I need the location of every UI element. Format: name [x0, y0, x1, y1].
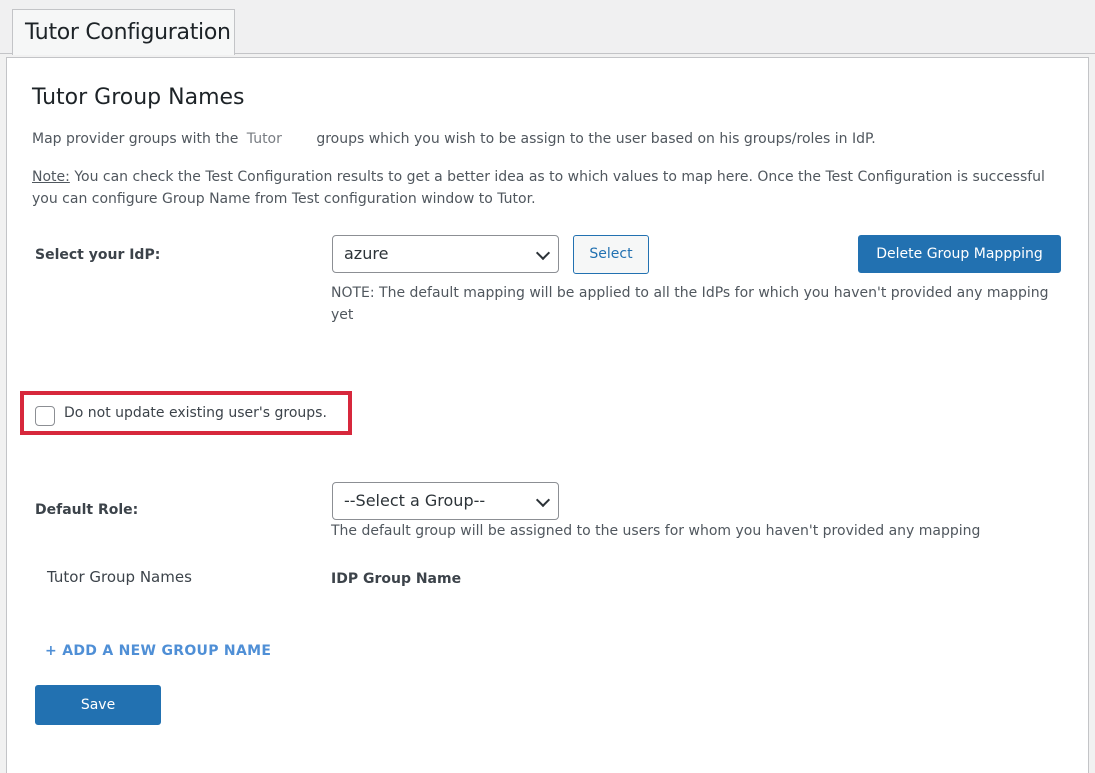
- default-role-label: Default Role:: [35, 502, 139, 518]
- do-not-update-checkbox[interactable]: [35, 406, 55, 426]
- note-body: You can check the Test Configuration res…: [32, 169, 1045, 207]
- add-new-group-name-link[interactable]: + ADD A NEW GROUP NAME: [45, 643, 271, 659]
- idp-label: Select your IdP:: [35, 247, 161, 263]
- main-panel: Tutor Group Names Map provider groups wi…: [6, 57, 1089, 773]
- chevron-down-icon: [535, 492, 551, 508]
- page-title: Tutor Group Names: [32, 85, 245, 110]
- select-idp-button[interactable]: Select: [573, 235, 649, 274]
- idp-mapping-note: NOTE: The default mapping will be applie…: [331, 285, 1049, 323]
- idp-select-value: azure: [344, 244, 389, 263]
- tab-strip: Tutor Configuration: [0, 0, 1095, 55]
- desc-after: groups which you wish to be assign to th…: [316, 131, 876, 147]
- configuration-note: Note: You can check the Test Configurati…: [32, 166, 1062, 210]
- do-not-update-label: Do not update existing user's groups.: [64, 405, 327, 421]
- note-label: Note:: [32, 169, 70, 185]
- tutor-group-names-header: Tutor Group Names: [47, 568, 192, 586]
- idp-group-name-header: IDP Group Name: [331, 571, 462, 587]
- delete-group-mapping-button[interactable]: Delete Group Mappping: [858, 235, 1061, 273]
- save-button[interactable]: Save: [35, 685, 161, 725]
- default-role-select-value: --Select a Group--: [344, 491, 486, 510]
- section-description: Map provider groups with the Tutor group…: [32, 131, 876, 147]
- desc-before: Map provider groups with the: [32, 131, 239, 147]
- tab-tutor-configuration[interactable]: Tutor Configuration: [12, 9, 235, 55]
- desc-app-name: Tutor: [246, 131, 282, 147]
- default-role-note: The default group will be assigned to th…: [331, 523, 981, 539]
- chevron-down-icon: [535, 245, 551, 261]
- idp-select[interactable]: azure: [332, 235, 559, 273]
- default-role-select[interactable]: --Select a Group--: [332, 482, 559, 520]
